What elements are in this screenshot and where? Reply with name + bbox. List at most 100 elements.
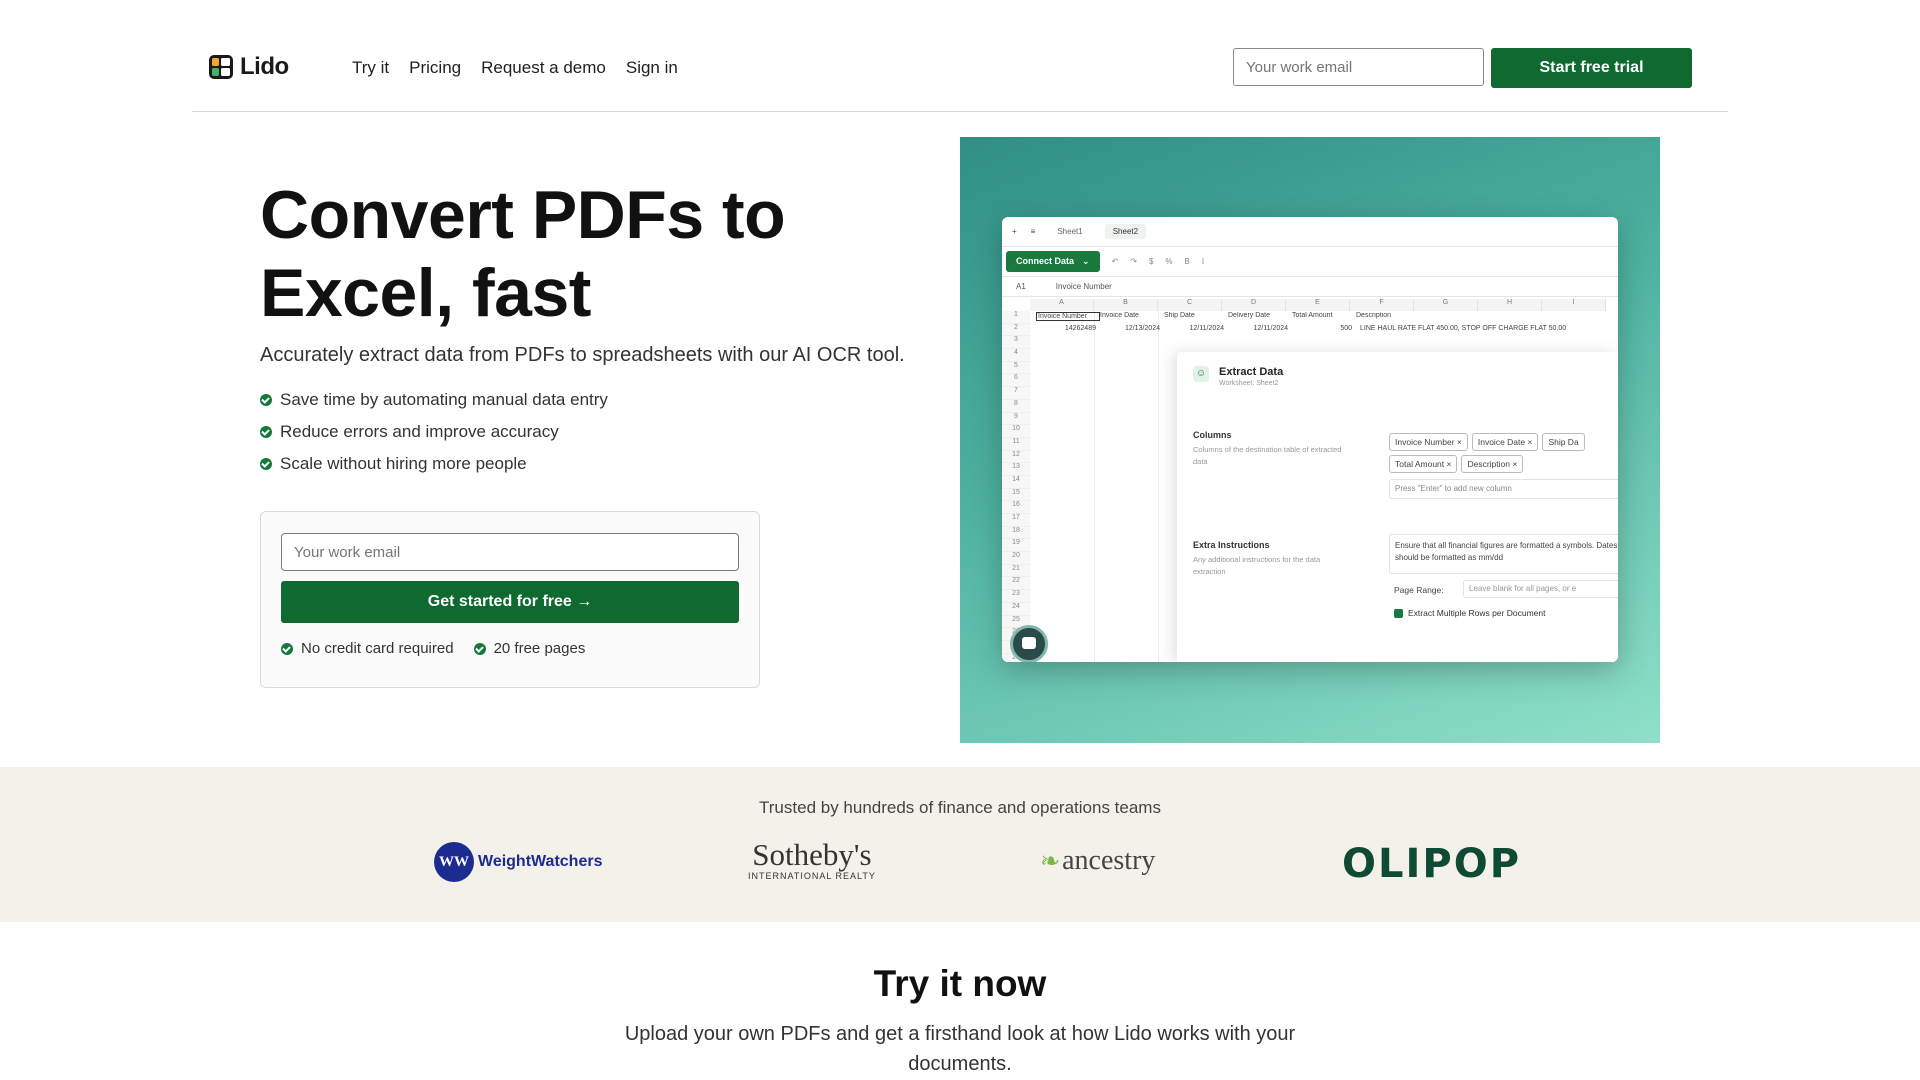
sothebys-wordmark: Sotheby's	[752, 837, 872, 872]
page-range-input: Leave blank for all pages, or e	[1463, 580, 1618, 598]
row-number: 6	[1002, 374, 1030, 388]
nav-link-request-demo[interactable]: Request a demo	[481, 58, 606, 78]
weightwatchers-wordmark: WeightWatchers	[478, 853, 603, 870]
column-chips: Invoice Number × Invoice Date × Ship Da …	[1389, 433, 1618, 473]
row-number: 11	[1002, 437, 1030, 451]
nav-link-try-it[interactable]: Try it	[352, 58, 389, 78]
column-header: F	[1350, 299, 1414, 311]
extra-instructions-label: Extra Instructions	[1193, 540, 1270, 550]
column-header: E	[1286, 299, 1350, 311]
column-chip: Invoice Date ×	[1471, 433, 1539, 451]
benefit-item: Reduce errors and improve accuracy	[260, 416, 608, 448]
column-chip: Invoice Number ×	[1389, 433, 1468, 451]
row-number: 2	[1002, 323, 1030, 337]
logo-text: Lido	[240, 53, 289, 80]
cell: 14262489	[1064, 325, 1096, 332]
column-header: D	[1222, 299, 1286, 311]
hero-email-input[interactable]	[281, 533, 739, 571]
columns-help: Columns of the destination table of extr…	[1193, 445, 1342, 466]
row-number: 13	[1002, 463, 1030, 476]
sheet-tabs-row: + ≡ Sheet1 Sheet2	[1002, 217, 1618, 247]
row-number: 12	[1002, 450, 1030, 464]
start-free-trial-button[interactable]: Start free trial	[1491, 48, 1692, 88]
page-range-label: Page Range:	[1394, 585, 1444, 595]
row-number: 5	[1002, 361, 1030, 375]
row-number: 4	[1002, 349, 1030, 362]
note-text: 20 free pages	[493, 640, 586, 657]
currency-icon: $	[1148, 257, 1154, 266]
cell: 12/11/2024	[1189, 325, 1224, 332]
leaf-icon: ❧	[1040, 847, 1061, 875]
note-no-credit-card: No credit card required	[281, 640, 454, 657]
note-free-pages: 20 free pages	[473, 640, 586, 657]
ww-logo-mark: WW	[434, 842, 474, 882]
robot-icon: ☺	[1193, 366, 1209, 382]
top-nav: Lido Try it Pricing Request a demo Sign …	[192, 0, 1728, 112]
lido-logo-icon	[209, 55, 233, 79]
cell: Delivery Date	[1228, 312, 1271, 319]
check-icon	[281, 642, 293, 655]
row-number: 7	[1002, 387, 1030, 400]
italic-icon: I	[1201, 257, 1205, 266]
olipop-logo: OLIPOP	[1342, 841, 1522, 887]
row-number: 23	[1002, 590, 1030, 603]
cell: 12/11/2024	[1253, 325, 1288, 332]
row-number: 17	[1002, 514, 1030, 527]
row-number: 14	[1002, 475, 1030, 489]
check-icon	[260, 394, 272, 406]
column-chip: Total Amount ×	[1389, 455, 1458, 473]
column-headers: A B C D E F G H I	[1030, 299, 1606, 311]
chat-icon	[1010, 625, 1048, 662]
row-number: 20	[1002, 552, 1030, 565]
connect-data-button: Connect Data ⌄	[1006, 251, 1100, 272]
get-started-button[interactable]: Get started for free →	[281, 581, 739, 623]
nav-links: Try it Pricing Request a demo Sign in	[352, 58, 678, 78]
try-it-now-subtitle: Upload your own PDFs and get a firsthand…	[624, 1023, 1296, 1075]
checkbox-checked-icon	[1394, 608, 1403, 618]
row-number: 18	[1002, 526, 1030, 540]
panel-header: ☺ Extract Data Worksheet: Sheet2	[1193, 366, 1283, 387]
add-sheet-icon: +	[1012, 227, 1017, 236]
row-number: 24	[1002, 602, 1030, 616]
cell: Invoice Date	[1100, 312, 1139, 319]
row-number: 9	[1002, 412, 1030, 426]
column-chip: Description ×	[1461, 455, 1524, 473]
nav-email-input[interactable]	[1233, 48, 1484, 86]
undo-icon: ↶	[1111, 257, 1119, 266]
weightwatchers-logo: WW WeightWatchers	[434, 842, 602, 882]
trusted-text: Trusted by hundreds of finance and opera…	[759, 798, 1161, 817]
sheet-toolbar: Connect Data ⌄ ↶ ↷ $ % B I	[1002, 247, 1618, 277]
lido-logo[interactable]: Lido	[208, 53, 289, 81]
row-number: 16	[1002, 501, 1030, 514]
chevron-down-icon: ⌄	[1082, 256, 1090, 266]
extra-instructions-help: Any additional instructions for the data…	[1193, 555, 1321, 576]
row-number: 10	[1002, 425, 1030, 438]
percent-icon: %	[1165, 257, 1173, 266]
benefit-item: Scale without hiring more people	[260, 448, 608, 480]
connect-data-label: Connect Data	[1016, 256, 1075, 266]
hero-title: Convert PDFs to Excel, fast	[260, 177, 786, 331]
row-number: 22	[1002, 577, 1030, 591]
nav-link-pricing[interactable]: Pricing	[409, 58, 461, 78]
column-header: A	[1030, 299, 1094, 311]
spreadsheet-window: + ≡ Sheet1 Sheet2 Connect Data ⌄ ↶ ↷ $ %…	[1002, 217, 1618, 662]
signup-notes: No credit card required 20 free pages	[281, 640, 585, 657]
grid-line	[1094, 311, 1095, 662]
check-icon	[473, 642, 486, 655]
cell: Ship Date	[1164, 312, 1195, 319]
new-column-input: Press "Enter" to add new column	[1389, 479, 1618, 499]
row-number: 21	[1002, 564, 1030, 578]
row-number: 1	[1002, 311, 1030, 324]
benefit-item: Save time by automating manual data entr…	[260, 384, 608, 416]
extra-instructions-text: Ensure that all financial figures are fo…	[1389, 534, 1618, 574]
grid-line	[1158, 311, 1159, 662]
multi-rows-option: Extract Multiple Rows per Document	[1394, 608, 1545, 618]
signup-card: Get started for free → No credit card re…	[260, 511, 760, 688]
check-icon	[260, 426, 272, 438]
trusted-by-section: Trusted by hundreds of finance and opera…	[0, 767, 1920, 922]
row-number: 3	[1002, 336, 1030, 350]
nav-link-sign-in[interactable]: Sign in	[626, 58, 678, 78]
panel-subtitle: Worksheet: Sheet2	[1219, 380, 1279, 387]
formula-bar: A1 Invoice Number	[1002, 277, 1618, 297]
product-screenshot: + ≡ Sheet1 Sheet2 Connect Data ⌄ ↶ ↷ $ %…	[960, 137, 1660, 743]
